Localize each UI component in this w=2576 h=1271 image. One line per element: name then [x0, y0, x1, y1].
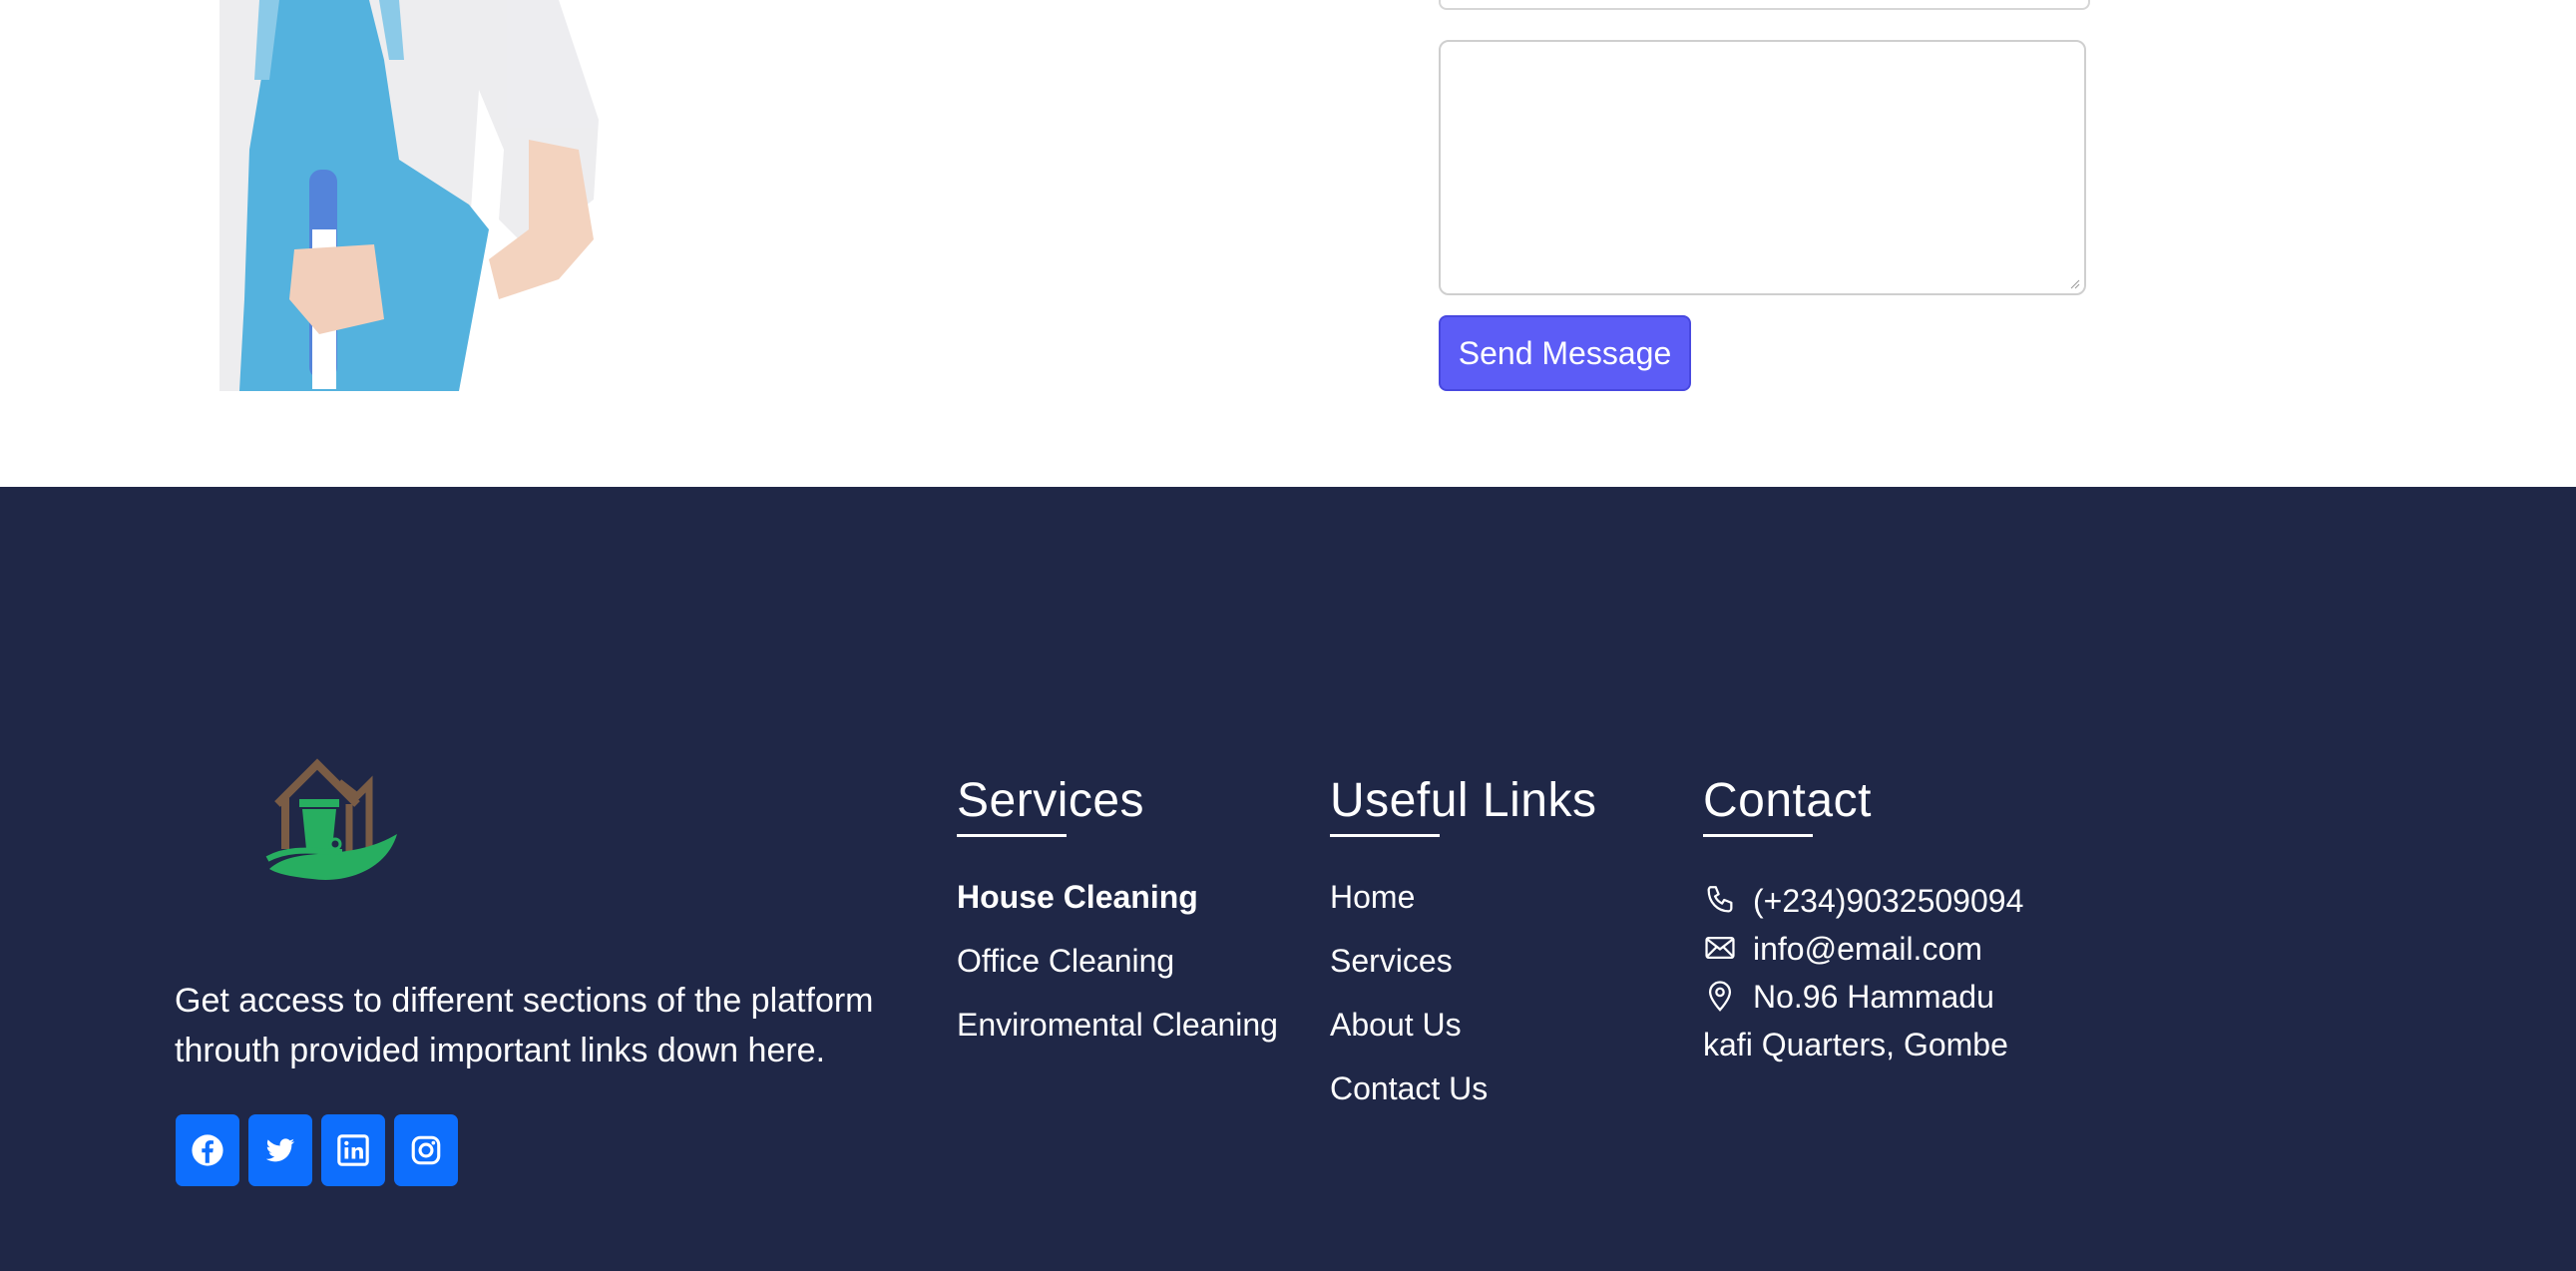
footer-link-contact-us[interactable]: Contact Us: [1330, 1068, 1596, 1108]
footer-services-column: Services House Cleaning Office Cleaning …: [957, 776, 1278, 1068]
services-heading: Services: [957, 774, 1145, 827]
site-footer: Get access to different sections of the …: [0, 487, 2576, 1271]
instagram-button[interactable]: [394, 1114, 458, 1186]
send-message-button[interactable]: Send Message: [1439, 315, 1691, 391]
contact-phone: (+234)9032509094: [1703, 877, 2023, 925]
phone-icon: [1703, 883, 1739, 919]
heading-underline: [1703, 834, 1813, 837]
heading-underline: [1330, 834, 1440, 837]
contact-heading: Contact: [1703, 774, 1872, 827]
envelope-icon: [1703, 931, 1739, 967]
resize-handle-icon[interactable]: [2070, 279, 2080, 289]
footer-about-text: Get access to different sections of the …: [175, 982, 874, 1069]
service-link-enviromental-cleaning[interactable]: Enviromental Cleaning: [957, 1005, 1278, 1045]
location-pin-icon: [1703, 979, 1739, 1015]
form-input-field[interactable]: [1439, 0, 2090, 10]
facebook-icon: [192, 1134, 223, 1166]
contact-address: No.96 Hammadu: [1703, 973, 2023, 1021]
linkedin-icon: [337, 1134, 369, 1166]
footer-contact-column: Contact (+234)9032509094 info@email.com …: [1703, 776, 2023, 1068]
instagram-icon: [411, 1135, 441, 1165]
footer-links-column: Useful Links Home Services About Us Cont…: [1330, 776, 1596, 1132]
phone-number[interactable]: (+234)9032509094: [1753, 877, 2023, 925]
cleaner-image: [219, 0, 599, 391]
linkedin-button[interactable]: [321, 1114, 385, 1186]
service-link-house-cleaning[interactable]: House Cleaning: [957, 877, 1278, 917]
service-link-office-cleaning[interactable]: Office Cleaning: [957, 941, 1278, 981]
useful-links-heading: Useful Links: [1330, 774, 1597, 827]
email-address[interactable]: info@email.com: [1753, 925, 1982, 973]
facebook-button[interactable]: [176, 1114, 239, 1186]
address-line-1: No.96 Hammadu: [1753, 979, 1994, 1015]
footer-link-home[interactable]: Home: [1330, 877, 1596, 917]
message-textarea[interactable]: [1439, 40, 2086, 295]
twitter-button[interactable]: [248, 1114, 312, 1186]
footer-link-about-us[interactable]: About Us: [1330, 1005, 1596, 1045]
footer-link-services[interactable]: Services: [1330, 941, 1596, 981]
contact-section: Send Message: [0, 0, 2576, 487]
heading-underline: [957, 834, 1067, 837]
company-logo-icon: [265, 758, 397, 880]
contact-email: info@email.com: [1703, 925, 2023, 973]
address-line-2: kafi Quarters, Gombe: [1703, 1027, 2008, 1062]
social-links: [176, 1114, 458, 1186]
twitter-icon: [265, 1138, 295, 1162]
